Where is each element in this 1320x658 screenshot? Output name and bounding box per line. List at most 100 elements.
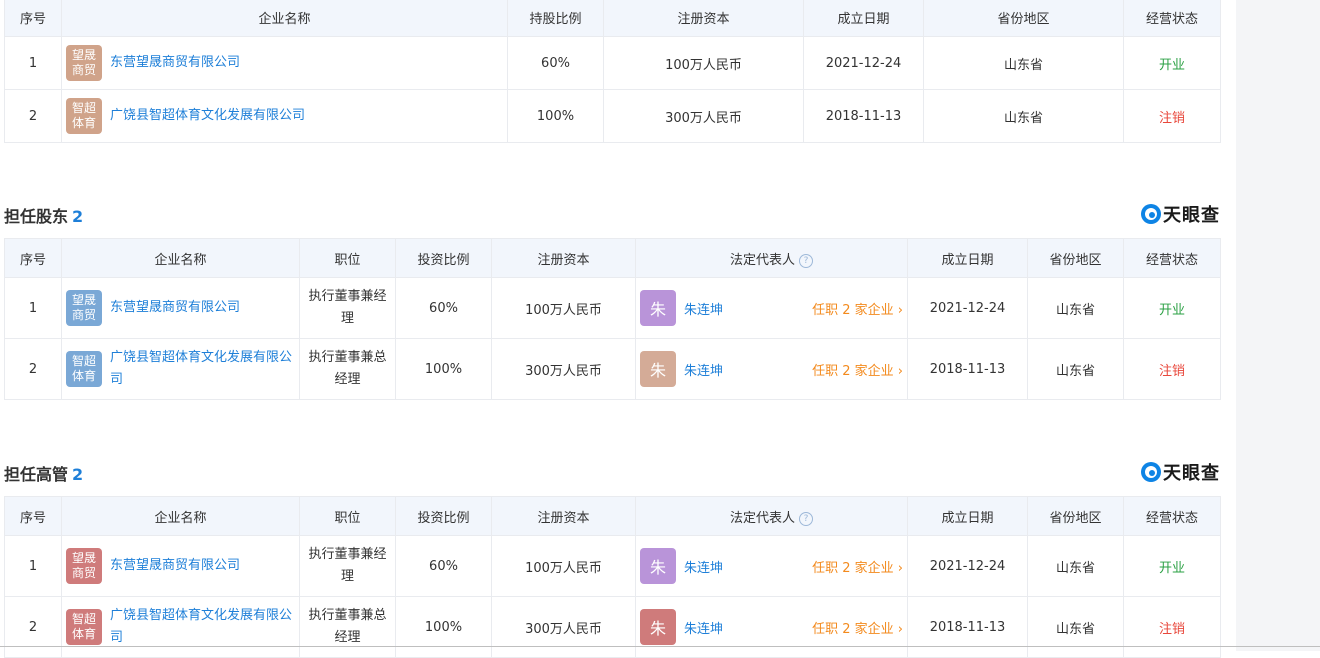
section-count: 2	[72, 207, 84, 226]
col-header-capital: 注册资本	[603, 0, 804, 37]
company-logo[interactable]: 智超体育	[66, 98, 102, 134]
company-link[interactable]: 广饶县智超体育文化发展有限公司	[110, 105, 305, 127]
company-cell: 智超体育 广饶县智超体育文化发展有限公司	[61, 89, 508, 143]
province: 山东省	[1027, 535, 1124, 597]
row-index: 2	[4, 596, 62, 658]
legal-rep-link[interactable]: 朱连坤	[684, 557, 812, 576]
company-logo[interactable]: 智超体育	[66, 351, 102, 387]
position: 执行董事兼经理	[299, 277, 396, 339]
company-logo[interactable]: 望晟商贸	[66, 290, 102, 326]
col-header-company: 企业名称	[61, 0, 508, 37]
col-header-share-ratio: 持股比例	[507, 0, 604, 37]
col-header-founded: 成立日期	[803, 0, 924, 37]
help-icon[interactable]: ?	[799, 253, 813, 268]
table-row: 2 智超体育 广饶县智超体育文化发展有限公司 执行董事兼总经理 100% 300…	[4, 338, 1221, 400]
section-count: 2	[72, 465, 84, 484]
brand-text: 天眼查	[1163, 463, 1220, 484]
col-header-position: 职位	[299, 238, 396, 278]
section-header: 担任股东 2 天眼查	[4, 199, 1220, 229]
col-header-founded: 成立日期	[907, 496, 1028, 536]
company-logo[interactable]: 望晟商贸	[66, 548, 102, 584]
company-logo[interactable]: 智超体育	[66, 609, 102, 645]
tianyancha-logo-icon	[1141, 204, 1161, 224]
section-header: 担任高管 2 天眼查	[4, 457, 1220, 487]
invest-ratio: 100%	[395, 596, 492, 658]
help-icon[interactable]: ?	[799, 511, 813, 526]
chevron-right-icon: ›	[897, 621, 903, 637]
legal-rep-link[interactable]: 朱连坤	[684, 299, 812, 318]
section-title-text: 担任高管	[4, 465, 69, 484]
col-header-company: 企业名称	[61, 238, 300, 278]
province: 山东省	[1027, 596, 1124, 658]
chevron-right-icon: ›	[897, 302, 903, 318]
roles-link[interactable]: 任职 2 家企业 ›	[812, 557, 903, 576]
col-header-index: 序号	[4, 0, 62, 37]
position: 执行董事兼总经理	[299, 596, 396, 658]
legal-rep-link[interactable]: 朱连坤	[684, 360, 812, 379]
col-header-invest-ratio: 投资比例	[395, 238, 492, 278]
share-ratio: 60%	[507, 36, 604, 90]
legal-rep-cell: 朱 朱连坤 任职 2 家企业 ›	[635, 596, 908, 658]
province: 山东省	[923, 89, 1124, 143]
status-badge: 注销	[1123, 89, 1221, 143]
status-badge: 开业	[1123, 535, 1221, 597]
shareholder-table: 序号 企业名称 职位 投资比例 注册资本 法定代表人? 成立日期 省份地区 经营…	[4, 238, 1221, 400]
position: 执行董事兼总经理	[299, 338, 396, 400]
legal-rep-cell: 朱 朱连坤 任职 2 家企业 ›	[635, 277, 908, 339]
company-logo[interactable]: 望晟商贸	[66, 45, 102, 81]
col-header-capital: 注册资本	[491, 496, 636, 536]
province: 山东省	[1027, 338, 1124, 400]
province: 山东省	[923, 36, 1124, 90]
table-row: 2 智超体育 广饶县智超体育文化发展有限公司 执行董事兼总经理 100% 300…	[4, 596, 1221, 658]
company-link[interactable]: 广饶县智超体育文化发展有限公司	[110, 605, 295, 649]
company-link[interactable]: 广饶县智超体育文化发展有限公司	[110, 347, 295, 391]
col-header-company: 企业名称	[61, 496, 300, 536]
company-cell: 望晟商贸 东营望晟商贸有限公司	[61, 277, 300, 339]
col-header-status: 经营状态	[1123, 496, 1221, 536]
company-link[interactable]: 东营望晟商贸有限公司	[110, 555, 240, 577]
row-index: 2	[4, 89, 62, 143]
avatar[interactable]: 朱	[640, 351, 676, 387]
invest-ratio: 100%	[395, 338, 492, 400]
legal-rep-link[interactable]: 朱连坤	[684, 618, 812, 637]
investment-table: 序号 企业名称 持股比例 注册资本 成立日期 省份地区 经营状态 1 望晟商贸 …	[4, 0, 1221, 143]
col-header-province: 省份地区	[1027, 496, 1124, 536]
roles-link[interactable]: 任职 2 家企业 ›	[812, 299, 903, 318]
avatar[interactable]: 朱	[640, 609, 676, 645]
table-row: 1 望晟商贸 东营望晟商贸有限公司 执行董事兼经理 60% 100万人民币 朱 …	[4, 535, 1221, 597]
legal-rep-cell: 朱 朱连坤 任职 2 家企业 ›	[635, 338, 908, 400]
roles-text: 任职 2 家企业	[812, 560, 894, 576]
status-badge: 注销	[1123, 338, 1221, 400]
avatar[interactable]: 朱	[640, 290, 676, 326]
col-header-invest-ratio: 投资比例	[395, 496, 492, 536]
province: 山东省	[1027, 277, 1124, 339]
founded-date: 2021-12-24	[907, 277, 1028, 339]
bottom-divider	[0, 646, 1320, 647]
col-header-province: 省份地区	[923, 0, 1124, 37]
company-cell: 望晟商贸 东营望晟商贸有限公司	[61, 535, 300, 597]
company-cell: 智超体育 广饶县智超体育文化发展有限公司	[61, 338, 300, 400]
company-link[interactable]: 东营望晟商贸有限公司	[110, 297, 240, 319]
table-row: 2 智超体育 广饶县智超体育文化发展有限公司 100% 300万人民币 2018…	[4, 89, 1221, 143]
col-header-status: 经营状态	[1123, 238, 1221, 278]
roles-link[interactable]: 任职 2 家企业 ›	[812, 360, 903, 379]
status-badge: 开业	[1123, 277, 1221, 339]
row-index: 1	[4, 277, 62, 339]
company-link[interactable]: 东营望晟商贸有限公司	[110, 52, 240, 74]
table-header-row: 序号 企业名称 职位 投资比例 注册资本 法定代表人? 成立日期 省份地区 经营…	[4, 496, 1221, 536]
avatar[interactable]: 朱	[640, 548, 676, 584]
registered-capital: 100万人民币	[491, 535, 636, 597]
brand-text: 天眼查	[1163, 205, 1220, 226]
legal-rep-cell: 朱 朱连坤 任职 2 家企业 ›	[635, 535, 908, 597]
company-cell: 望晟商贸 东营望晟商贸有限公司	[61, 36, 508, 90]
registered-capital: 300万人民币	[491, 338, 636, 400]
roles-text: 任职 2 家企业	[812, 363, 894, 379]
roles-link[interactable]: 任职 2 家企业 ›	[812, 618, 903, 637]
status-badge: 注销	[1123, 596, 1221, 658]
share-ratio: 100%	[507, 89, 604, 143]
col-header-capital: 注册资本	[491, 238, 636, 278]
registered-capital: 300万人民币	[603, 89, 804, 143]
table-row: 1 望晟商贸 东营望晟商贸有限公司 60% 100万人民币 2021-12-24…	[4, 36, 1221, 90]
col-header-index: 序号	[4, 496, 62, 536]
col-header-province: 省份地区	[1027, 238, 1124, 278]
